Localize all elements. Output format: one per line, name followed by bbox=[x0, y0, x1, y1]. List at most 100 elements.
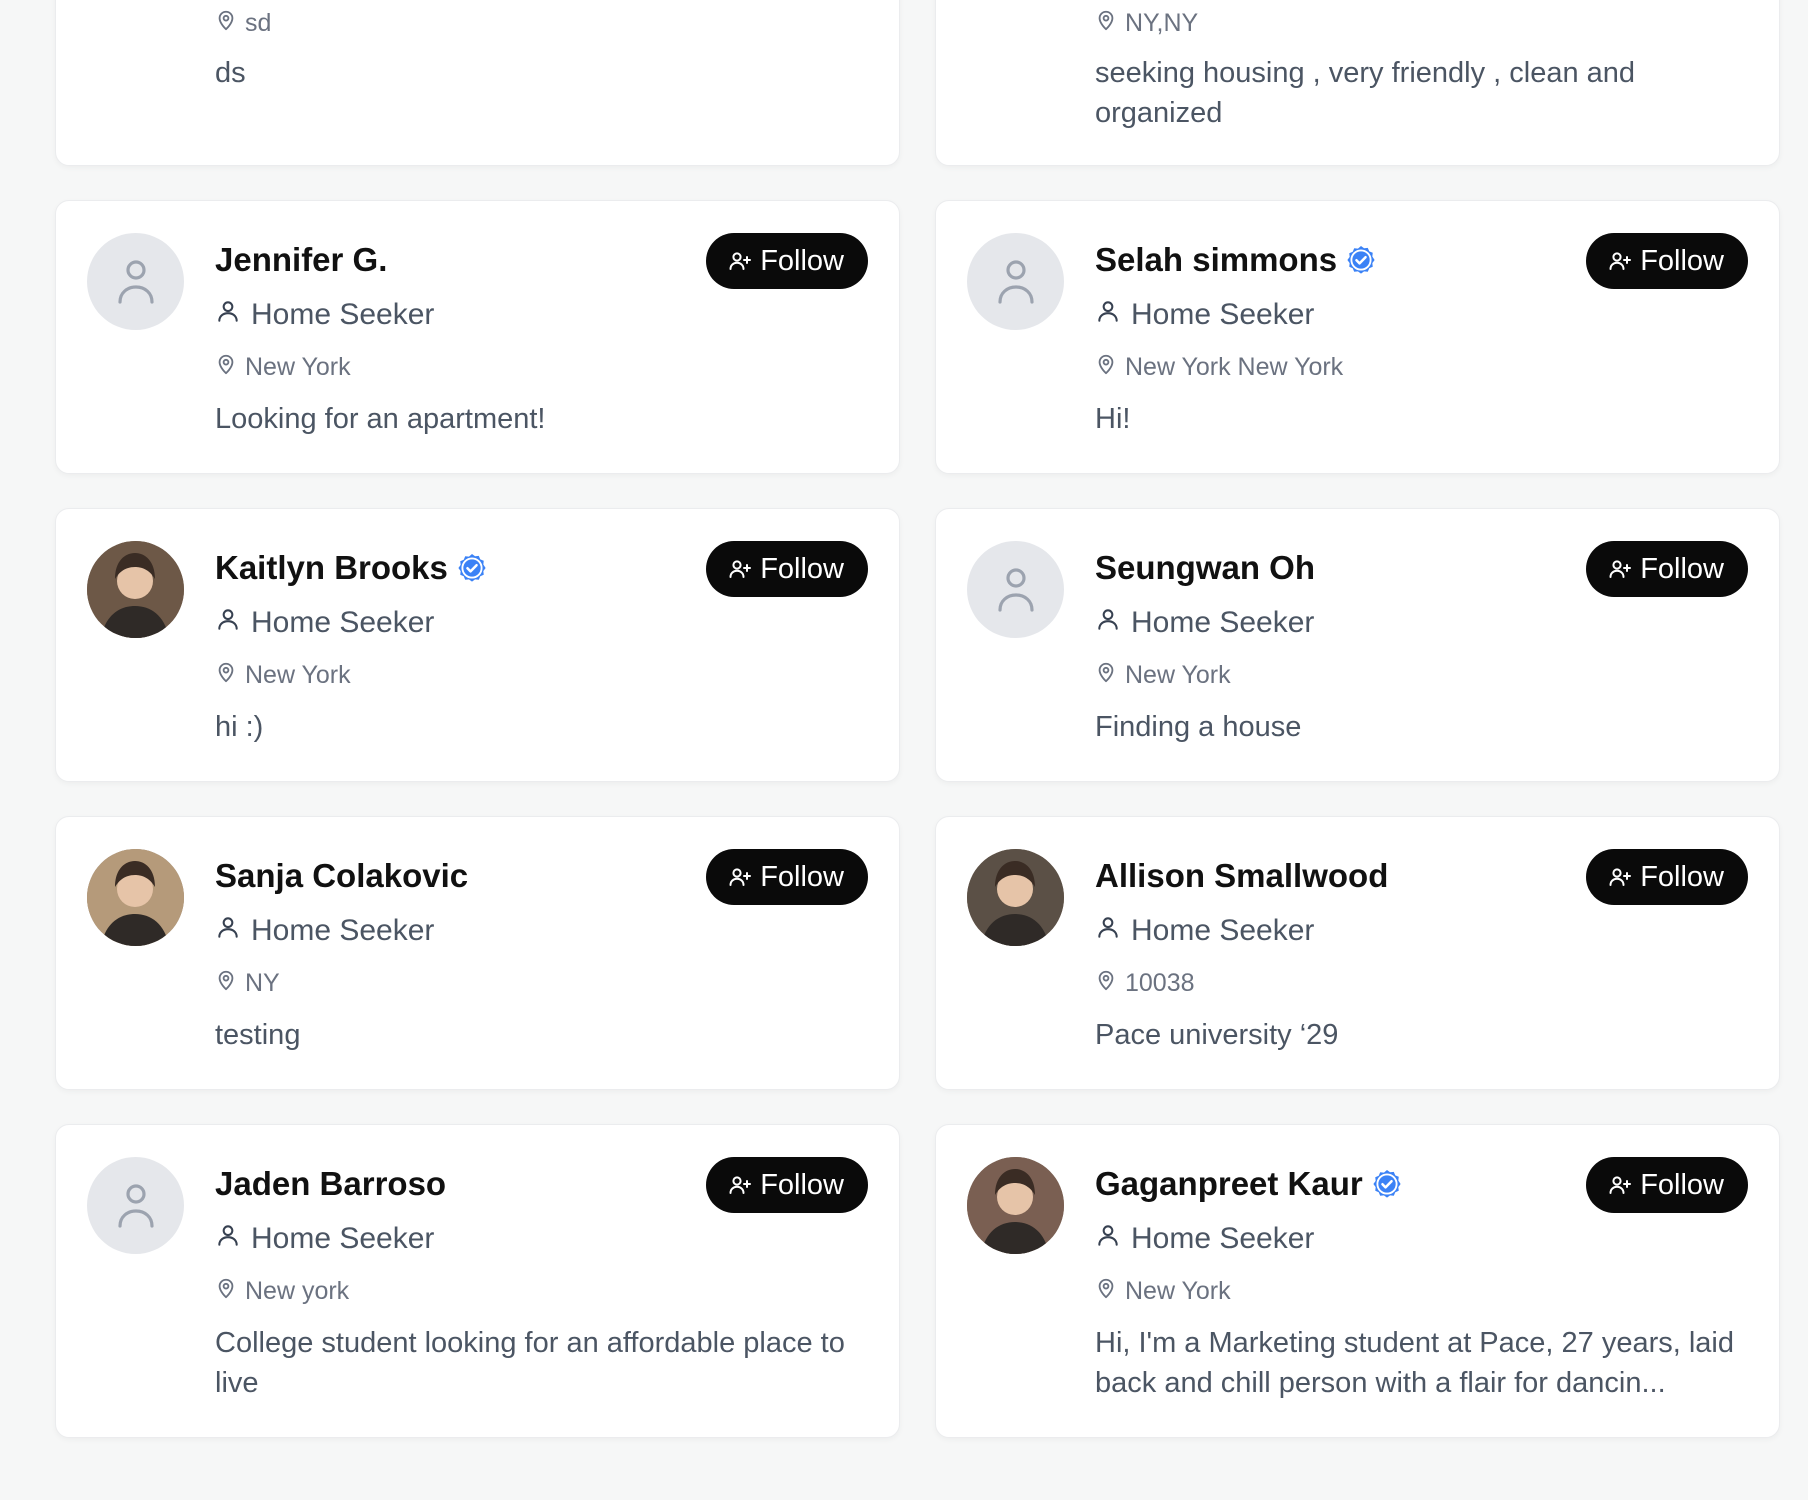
location-row: New York bbox=[1095, 661, 1231, 690]
bio-text: ds bbox=[215, 57, 246, 89]
name-row: Seungwan Oh bbox=[1095, 547, 1315, 589]
name-row: Sanja Colakovic bbox=[215, 855, 468, 897]
user-icon bbox=[215, 606, 241, 640]
profile-name[interactable]: Jaden Barroso bbox=[215, 1165, 446, 1203]
location-row: NY bbox=[215, 969, 280, 998]
location-text: New york bbox=[245, 1277, 350, 1305]
follow-label: Follow bbox=[760, 244, 844, 277]
location-text: sd bbox=[245, 9, 272, 37]
user-plus-icon bbox=[728, 865, 752, 889]
user-plus-icon bbox=[728, 557, 752, 581]
avatar-placeholder-icon[interactable] bbox=[967, 233, 1064, 330]
bio-text: Finding a house bbox=[1095, 711, 1302, 743]
location-pin-icon bbox=[1095, 1277, 1117, 1306]
name-row: Selah simmons bbox=[1095, 239, 1377, 281]
profile-name[interactable]: Selah simmons bbox=[1095, 241, 1337, 279]
role-row: Home Seeker bbox=[1095, 914, 1314, 948]
profile-card[interactable]: NY,NY seeking housing , very friendly , … bbox=[935, 0, 1780, 166]
avatar-photo[interactable] bbox=[87, 541, 184, 638]
location-row: sd bbox=[215, 9, 271, 38]
follow-label: Follow bbox=[1640, 244, 1724, 277]
role-text: Home Seeker bbox=[1131, 606, 1315, 639]
location-text: New York bbox=[245, 661, 351, 689]
follow-label: Follow bbox=[1640, 552, 1724, 585]
bio-text: hi :) bbox=[215, 711, 264, 743]
profile-card[interactable]: Gaganpreet Kaur Home Seeker New York Hi,… bbox=[935, 1124, 1780, 1438]
role-row: Home Seeker bbox=[215, 1222, 434, 1256]
profile-name[interactable]: Allison Smallwood bbox=[1095, 857, 1388, 895]
location-pin-icon bbox=[1095, 661, 1117, 690]
location-row: New York New York bbox=[1095, 353, 1343, 382]
location-row: New York bbox=[215, 353, 351, 382]
follow-button[interactable]: Follow bbox=[1586, 849, 1748, 905]
profile-name[interactable]: Sanja Colakovic bbox=[215, 857, 468, 895]
user-plus-icon bbox=[728, 1173, 752, 1197]
follow-button[interactable]: Follow bbox=[1586, 541, 1748, 597]
profile-card[interactable]: Jennifer G. Home Seeker New York Looking… bbox=[55, 200, 900, 474]
profile-name[interactable]: Kaitlyn Brooks bbox=[215, 549, 448, 587]
bio-text: Hi! bbox=[1095, 403, 1131, 435]
avatar-photo[interactable] bbox=[967, 849, 1064, 946]
location-text: New York bbox=[1125, 1277, 1231, 1305]
profile-card[interactable]: Sanja Colakovic Home Seeker NY testing F… bbox=[55, 816, 900, 1090]
follow-label: Follow bbox=[1640, 1168, 1724, 1201]
bio-text: testing bbox=[215, 1019, 301, 1051]
user-icon bbox=[1095, 298, 1121, 332]
profile-card[interactable]: Selah simmons Home Seeker New York New Y… bbox=[935, 200, 1780, 474]
location-text: New York bbox=[245, 353, 351, 381]
verified-badge-icon bbox=[456, 552, 488, 584]
location-row: 10038 bbox=[1095, 969, 1195, 998]
bio-text: Pace university ‘29 bbox=[1095, 1019, 1339, 1051]
user-icon bbox=[1095, 1222, 1121, 1256]
user-plus-icon bbox=[728, 249, 752, 273]
follow-label: Follow bbox=[760, 860, 844, 893]
user-icon bbox=[215, 298, 241, 332]
role-row: Home Seeker bbox=[1095, 298, 1314, 332]
follow-button[interactable]: Follow bbox=[1586, 1157, 1748, 1213]
role-text: Home Seeker bbox=[251, 1222, 435, 1255]
follow-button[interactable]: Follow bbox=[706, 849, 868, 905]
follow-button[interactable]: Follow bbox=[706, 541, 868, 597]
profile-grid: sd ds NY,NY seeking housing , very frien… bbox=[55, 0, 1780, 1500]
location-text: NY,NY bbox=[1125, 9, 1199, 37]
location-text: NY bbox=[245, 969, 280, 997]
location-row: New york bbox=[215, 1277, 349, 1306]
follow-button[interactable]: Follow bbox=[1586, 233, 1748, 289]
location-row: NY,NY bbox=[1095, 9, 1198, 38]
location-pin-icon bbox=[215, 969, 237, 998]
profile-card[interactable]: Jaden Barroso Home Seeker New york Colle… bbox=[55, 1124, 900, 1438]
follow-button[interactable]: Follow bbox=[706, 1157, 868, 1213]
avatar-placeholder-icon[interactable] bbox=[87, 233, 184, 330]
role-row: Home Seeker bbox=[1095, 1222, 1314, 1256]
user-icon bbox=[215, 1222, 241, 1256]
name-row: Gaganpreet Kaur bbox=[1095, 1163, 1403, 1205]
location-pin-icon bbox=[1095, 353, 1117, 382]
role-text: Home Seeker bbox=[251, 606, 435, 639]
profile-card[interactable]: Seungwan Oh Home Seeker New York Finding… bbox=[935, 508, 1780, 782]
role-text: Home Seeker bbox=[1131, 914, 1315, 947]
profile-name[interactable]: Gaganpreet Kaur bbox=[1095, 1165, 1363, 1203]
name-row: Jaden Barroso bbox=[215, 1163, 446, 1205]
user-plus-icon bbox=[1608, 865, 1632, 889]
avatar-placeholder-icon[interactable] bbox=[967, 541, 1064, 638]
location-text: New York New York bbox=[1125, 353, 1344, 381]
bio-text: College student looking for an affordabl… bbox=[215, 1327, 845, 1399]
profile-card[interactable]: Allison Smallwood Home Seeker 10038 Pace… bbox=[935, 816, 1780, 1090]
follow-label: Follow bbox=[760, 552, 844, 585]
bio-text: seeking housing , very friendly , clean … bbox=[1095, 57, 1636, 129]
follow-button[interactable]: Follow bbox=[706, 233, 868, 289]
role-text: Home Seeker bbox=[251, 298, 435, 331]
location-text: New York bbox=[1125, 661, 1231, 689]
location-pin-icon bbox=[215, 1277, 237, 1306]
location-text: 10038 bbox=[1125, 969, 1195, 997]
bio-text: Looking for an apartment! bbox=[215, 403, 546, 435]
location-pin-icon bbox=[215, 9, 237, 38]
avatar-photo[interactable] bbox=[967, 1157, 1064, 1254]
profile-name[interactable]: Jennifer G. bbox=[215, 241, 387, 279]
avatar-photo[interactable] bbox=[87, 849, 184, 946]
profile-card[interactable]: Kaitlyn Brooks Home Seeker New York hi :… bbox=[55, 508, 900, 782]
profile-card[interactable]: sd ds bbox=[55, 0, 900, 166]
avatar-placeholder-icon[interactable] bbox=[87, 1157, 184, 1254]
follow-label: Follow bbox=[1640, 860, 1724, 893]
profile-name[interactable]: Seungwan Oh bbox=[1095, 549, 1315, 587]
